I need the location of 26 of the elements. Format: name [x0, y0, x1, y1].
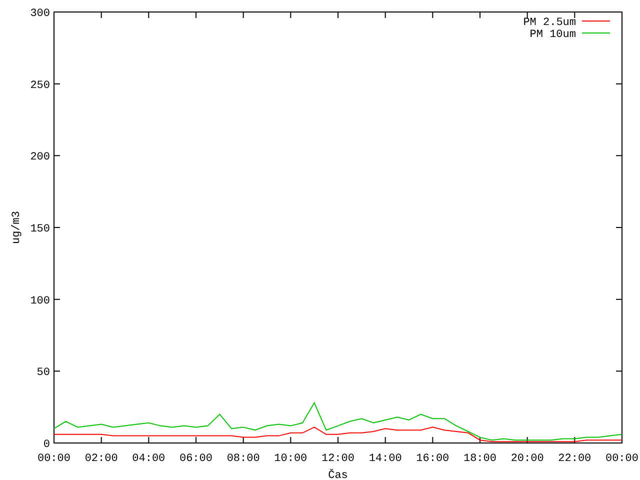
legend-label: PM 10um	[530, 29, 576, 41]
y-tick-label: 50	[36, 367, 50, 380]
x-tick-label: 14:00	[368, 453, 402, 465]
x-tick-label: 20:00	[510, 453, 544, 465]
y-tick-label: 100	[30, 295, 50, 308]
x-tick-label: 18:00	[464, 453, 496, 465]
x-tick-label: 04:00	[132, 453, 166, 465]
y-tick-label: 0	[43, 439, 50, 451]
x-tick-label: 00:00	[606, 453, 638, 465]
x-tick-label: 10:00	[274, 453, 308, 465]
x-tick-label: 12:00	[322, 453, 354, 465]
y-tick-label: 150	[30, 224, 50, 236]
legend-line	[582, 32, 610, 34]
x-tick-label: 22:00	[558, 453, 592, 465]
x-tick-label: 06:00	[180, 453, 212, 465]
y-axis-title: ug/m3	[11, 211, 23, 244]
x-tick-label: 16:00	[416, 453, 450, 465]
y-tick-label: 250	[30, 80, 50, 92]
x-tick-label: 00:00	[38, 453, 70, 465]
y-tick-label: 300	[30, 8, 50, 20]
x-axis-title: Čas	[328, 470, 348, 480]
y-tick-label: 200	[30, 152, 50, 164]
x-tick-label: 02:00	[84, 453, 118, 465]
x-tick-label: 08:00	[226, 453, 260, 465]
legend-label: PM 2.5um	[523, 17, 576, 29]
legend-line	[582, 20, 610, 22]
